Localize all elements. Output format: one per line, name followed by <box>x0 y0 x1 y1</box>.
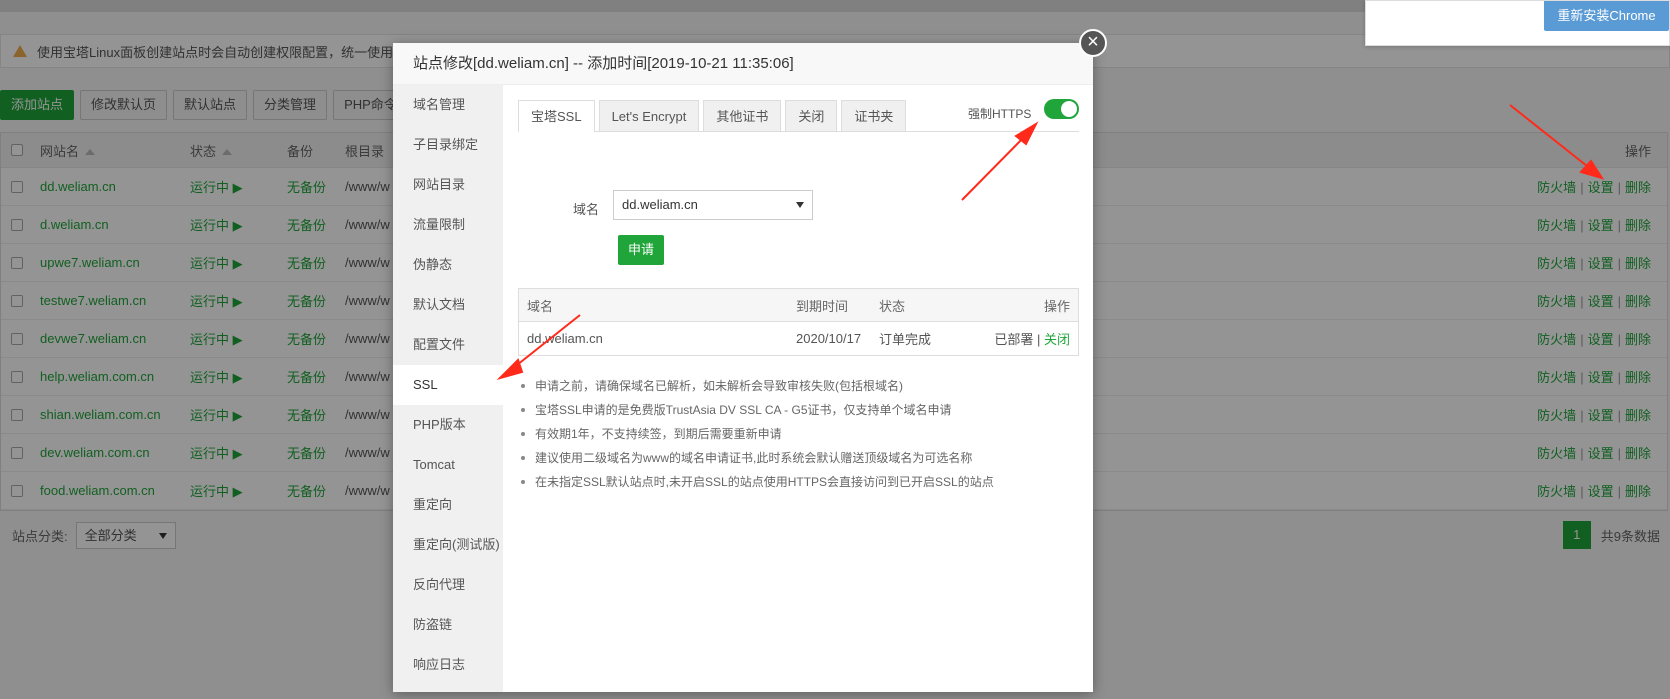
note-item: 建议使用二级域名为www的域名申请证书,此时系统会默认赠送顶级域名为可选名称 <box>518 446 1079 470</box>
menu-item[interactable]: 流量限制 <box>393 205 503 245</box>
tab-cert-folder[interactable]: 证书夹 <box>841 100 907 131</box>
modal-title: 站点修改[dd.weliam.cn] -- 添加时间[2019-10-21 11… <box>393 43 1093 85</box>
modal-side-menu: 域名管理 子目录绑定 网站目录 流量限制 伪静态 默认文档 配置文件 SSL PHP版本 Tomc… <box>393 85 503 692</box>
cert-col-status: 状态 <box>879 298 906 314</box>
site-edit-modal: 站点修改[dd.weliam.cn] -- 添加时间[2019-10-21 11… <box>393 29 1107 692</box>
menu-item[interactable]: 反向代理 <box>393 565 503 605</box>
cert-ops-separator: | <box>1036 332 1041 347</box>
ssl-notes: 申请之前，请确保域名已解析，如未解析会导致审核失败(包括根域名) 宝塔SSL申请… <box>518 374 1079 494</box>
menu-item[interactable]: 默认文档 <box>393 285 503 325</box>
force-https-toggle[interactable] <box>1044 99 1079 119</box>
menu-item[interactable]: 配置文件 <box>393 325 503 365</box>
cert-ops: 已部署 | 关闭 <box>994 329 1070 348</box>
cert-col-domain: 域名 <box>527 298 554 314</box>
cert-deployed: 已部署 <box>994 332 1034 347</box>
tab-bt-ssl[interactable]: 宝塔SSL <box>518 100 595 132</box>
close-icon[interactable]: × <box>1079 29 1107 57</box>
note-item: 宝塔SSL申请的是免费版TrustAsia DV SSL CA - G5证书，仅… <box>518 398 1079 422</box>
toggle-knob <box>1061 101 1077 117</box>
apply-button[interactable]: 申请 <box>618 235 664 265</box>
force-https-label: 强制HTTPS <box>968 107 1032 121</box>
menu-item[interactable]: PHP版本 <box>393 405 503 445</box>
menu-item[interactable]: 重定向 <box>393 485 503 525</box>
cert-expiry: 2020/10/17 <box>796 331 862 346</box>
menu-item[interactable]: Tomcat <box>393 445 503 485</box>
tab-other-cert[interactable]: 其他证书 <box>703 100 782 131</box>
menu-item[interactable]: 防盗链 <box>393 605 503 645</box>
menu-item[interactable]: 响应日志 <box>393 645 503 685</box>
domain-label: 域名 <box>573 202 600 217</box>
note-item: 申请之前，请确保域名已解析，如未解析会导致审核失败(包括根域名) <box>518 374 1079 398</box>
chevron-down-icon <box>796 202 804 208</box>
cert-close-link[interactable]: 关闭 <box>1044 332 1070 347</box>
cert-col-expiry: 到期时间 <box>796 298 849 314</box>
cert-status: 订单完成 <box>879 332 932 347</box>
menu-item[interactable]: 子目录绑定 <box>393 125 503 165</box>
cert-col-ops: 操作 <box>1043 298 1070 314</box>
ssl-panel: 宝塔SSL Let's Encrypt 其他证书 关闭 证书夹 强制HTTPS … <box>503 85 1093 692</box>
menu-item[interactable]: 网站目录 <box>393 165 503 205</box>
tab-close[interactable]: 关闭 <box>785 100 838 131</box>
menu-item[interactable]: 伪静态 <box>393 245 503 285</box>
reinstall-chrome-button[interactable]: 重新安装Chrome <box>1544 1 1669 31</box>
tab-lets-encrypt[interactable]: Let's Encrypt <box>598 100 700 131</box>
domain-select[interactable]: dd.weliam.cn <box>613 190 813 220</box>
menu-item[interactable]: 域名管理 <box>393 85 503 125</box>
browser-popup: 重新安装Chrome <box>1365 0 1670 46</box>
cert-domain: dd.weliam.cn <box>527 331 603 346</box>
cert-row: dd.weliam.cn 2020/10/17 订单完成 已部署 | 关闭 <box>519 322 1078 355</box>
cert-table-header: 域名 到期时间 状态 操作 <box>519 289 1078 322</box>
note-item: 在未指定SSL默认站点时,未开启SSL的站点使用HTTPS会直接访问到已开启SS… <box>518 470 1079 494</box>
menu-item[interactable]: SSL <box>393 365 503 405</box>
menu-item[interactable]: 重定向(测试版) <box>393 525 503 565</box>
note-item: 有效期1年，不支持续签，到期后需要重新申请 <box>518 422 1079 446</box>
cert-table: 域名 到期时间 状态 操作 dd.weliam.cn 2020/10/17 订单… <box>518 288 1079 356</box>
